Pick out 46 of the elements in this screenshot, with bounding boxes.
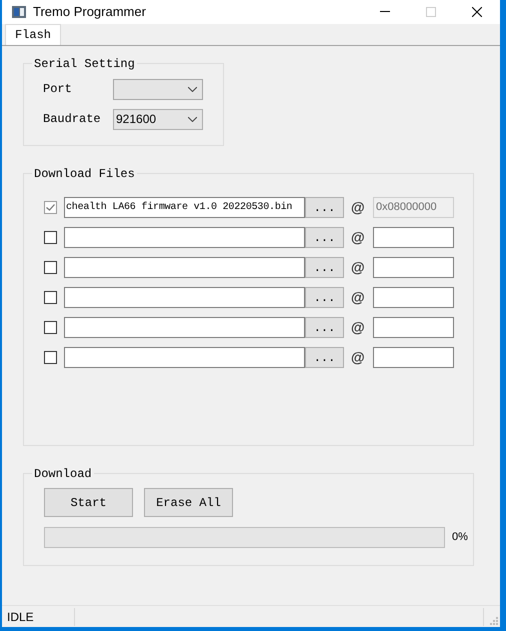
tab[interactable]: Flash [5, 24, 62, 45]
port-dropdown[interactable] [113, 78, 203, 100]
checkbox[interactable] [44, 201, 57, 214]
file-path-field[interactable] [64, 227, 305, 248]
status-text: IDLE [7, 608, 35, 626]
address-field[interactable] [373, 317, 454, 338]
address-field[interactable] [373, 257, 454, 278]
at-sign: @ [351, 348, 366, 367]
baudrate-label: Baudrate [43, 111, 102, 128]
checkbox[interactable] [44, 321, 57, 334]
chevron-icon [188, 116, 197, 122]
address-field[interactable] [373, 227, 454, 248]
browse-button[interactable]: ... [305, 227, 344, 248]
progress-reading: 0% [452, 530, 468, 546]
at-sign: @ [351, 198, 366, 217]
minimize-icon [380, 11, 390, 13]
checkbox[interactable] [44, 231, 57, 244]
at-sign: @ [351, 318, 366, 337]
chevron-icon [188, 86, 197, 92]
file-path-field[interactable] [64, 347, 305, 368]
file-path-field[interactable] [64, 287, 305, 308]
app-icon [12, 6, 26, 18]
file-path-field[interactable]: chealth LA66 firmware v1.0 20220530.bin [64, 197, 305, 218]
at-sign: @ [351, 258, 366, 277]
checkbox[interactable] [44, 261, 57, 274]
browse-button[interactable]: ... [305, 287, 344, 308]
action-button[interactable]: Start [44, 488, 133, 517]
browse-button[interactable]: ... [305, 347, 344, 368]
action-button[interactable]: Erase All [144, 488, 233, 517]
address-field[interactable] [373, 347, 454, 368]
close-icon [472, 7, 482, 17]
at-sign: @ [351, 288, 366, 307]
baudrate-dropdown[interactable]: 921600 [113, 108, 203, 130]
browse-button[interactable]: ... [305, 197, 344, 218]
window-title: Tremo Programmer [33, 3, 146, 22]
address-field[interactable] [373, 287, 454, 308]
port-label: Port [43, 81, 73, 98]
checkbox[interactable] [44, 291, 57, 304]
resize-grip-icon [490, 617, 498, 625]
at-sign: @ [351, 228, 366, 247]
browse-button[interactable]: ... [305, 257, 344, 278]
browse-button[interactable]: ... [305, 317, 344, 338]
checkbox[interactable] [44, 351, 57, 364]
file-path-field[interactable] [64, 317, 305, 338]
maximize-icon [426, 7, 436, 17]
file-path-field[interactable] [64, 257, 305, 278]
